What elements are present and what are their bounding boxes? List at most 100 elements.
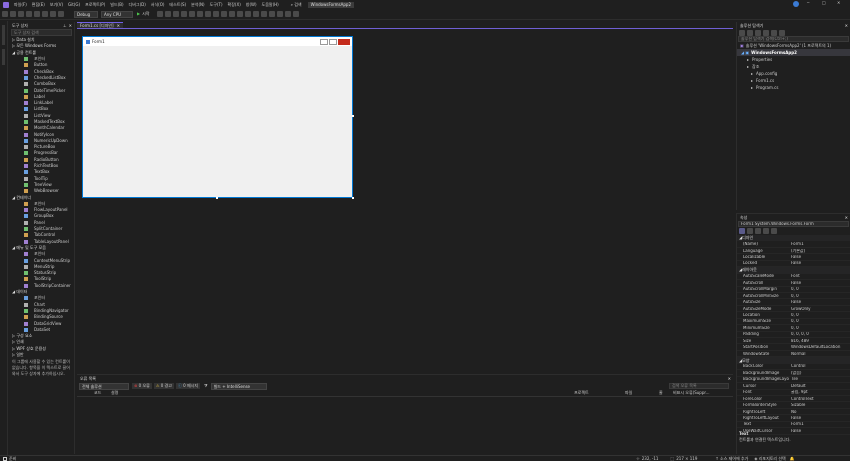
align-left-icon[interactable] (181, 11, 188, 17)
new-file-icon[interactable] (18, 11, 24, 17)
property-value[interactable]: False (789, 300, 850, 304)
property-value[interactable]: ControlText (789, 397, 850, 401)
menu-item[interactable]: 디버그(D) (129, 2, 146, 7)
expander-icon[interactable]: ▸ (751, 78, 753, 83)
pin-icon[interactable]: ⊥ (63, 23, 66, 28)
property-value[interactable]: Default (789, 384, 850, 388)
hot-reload-icon[interactable] (165, 11, 172, 17)
toolbox-search-input[interactable]: 도구 상자 검색 (11, 29, 72, 36)
layout-icon[interactable] (173, 11, 180, 17)
redo-icon[interactable] (58, 11, 64, 17)
error-col-line[interactable]: 줄 (659, 391, 663, 395)
notifications-icon[interactable]: 🔔 (790, 456, 795, 461)
menu-item[interactable]: 파일(F) (14, 2, 27, 7)
error-col-project[interactable]: 프로젝트 (574, 391, 589, 395)
lock-icon[interactable] (293, 11, 300, 17)
menu-item[interactable]: 편집(E) (32, 2, 45, 7)
spacing-icon[interactable] (261, 11, 268, 17)
open-icon[interactable] (26, 11, 32, 17)
align-top-icon[interactable] (205, 11, 212, 17)
property-value[interactable]: 0, 0 (789, 326, 850, 330)
menu-item[interactable]: 도움말(H) (262, 2, 279, 7)
properties-close-icon[interactable]: ✕ (845, 215, 848, 220)
error-col-desc[interactable]: 설명 (111, 391, 118, 395)
bring-front-icon[interactable] (269, 11, 276, 17)
property-value[interactable]: Font (789, 274, 850, 278)
property-value[interactable]: 0, 0, 0, 0 (789, 332, 850, 336)
solution-root[interactable]: ▣ 솔루션 'WindowsFormsApp2' (1 프로젝트의 1) (737, 42, 850, 49)
property-value[interactable]: Tile (789, 377, 850, 381)
refresh-icon[interactable] (755, 29, 761, 36)
save-all-icon[interactable] (42, 11, 48, 17)
error-col-suppress[interactable]: 비표시 오류(Suppr... (673, 391, 709, 395)
menu-item[interactable]: 분석(N) (191, 2, 204, 7)
error-search-input[interactable]: 검색 오류 목록 (669, 383, 729, 389)
menu-item[interactable]: Git(G) (68, 2, 80, 7)
solution-node[interactable]: ▸ Form1.cs (737, 77, 850, 84)
attach-icon[interactable] (157, 11, 164, 17)
toolbox-category[interactable]: ▷ 일반 (9, 352, 74, 358)
property-value[interactable]: 0, 0 (789, 313, 850, 317)
back-icon[interactable] (2, 11, 8, 17)
undo-icon[interactable] (50, 11, 56, 17)
properties-icon[interactable] (755, 228, 761, 234)
property-value[interactable]: No (789, 410, 850, 414)
property-value[interactable]: False (789, 261, 850, 265)
expander-icon[interactable]: ▸ (751, 85, 753, 90)
menu-item[interactable]: 테스트(S) (169, 2, 186, 7)
align-center-icon[interactable] (189, 11, 196, 17)
configuration-select[interactable]: Debug (74, 10, 98, 18)
menu-item[interactable]: 빌드(B) (110, 2, 123, 7)
solution-node[interactable]: ▸ Program.cs (737, 84, 850, 91)
property-value[interactable]: 0, 0 (789, 319, 850, 323)
form-maximize-button[interactable] (329, 38, 337, 45)
home-icon[interactable] (739, 29, 745, 36)
solution-node[interactable]: ▸ App.config (737, 70, 850, 77)
toolbox-tab[interactable] (2, 49, 5, 65)
error-col-code[interactable]: 코드 (94, 391, 101, 395)
resize-handle-right[interactable] (352, 115, 354, 117)
expander-icon[interactable]: ▸ (747, 57, 749, 62)
scope-select[interactable]: 전체 솔루션 (79, 382, 129, 390)
property-value[interactable]: 0, 0 (789, 294, 850, 298)
solution-close-icon[interactable]: ✕ (845, 23, 848, 28)
start-label[interactable]: 시작 (142, 12, 149, 16)
error-col-file[interactable]: 파일 (625, 391, 632, 395)
tab-form1-designer[interactable]: Form1.cs [디자인] ✕ (77, 22, 123, 28)
close-button[interactable]: ✕ (837, 1, 840, 5)
property-value[interactable]: (기본값) (789, 249, 850, 253)
warnings-filter[interactable]: ⚠ 0 경고 (153, 383, 174, 389)
solution-node[interactable]: ▸ Properties (737, 56, 850, 63)
property-value[interactable]: False (789, 255, 850, 259)
collapse-icon[interactable] (763, 29, 769, 36)
messages-filter[interactable]: ⓘ 0 메시지 (175, 383, 201, 389)
toolbox-close-icon[interactable]: ✕ (69, 23, 72, 28)
property-value[interactable]: False (789, 281, 850, 285)
menu-item[interactable]: 프로젝트(P) (85, 2, 105, 7)
property-value[interactable]: 816, 489 (789, 339, 850, 343)
source-control-button[interactable]: ↑ 소스 제어에 추가 (715, 456, 748, 461)
categorized-icon[interactable] (739, 228, 745, 234)
property-pages-icon[interactable] (771, 228, 777, 234)
minimize-button[interactable]: ─ (807, 1, 809, 5)
resize-handle-corner[interactable] (352, 197, 354, 199)
property-value[interactable]: False (789, 416, 850, 420)
forward-icon[interactable] (10, 11, 16, 17)
property-value[interactable]: 0, 0 (789, 287, 850, 291)
solution-node[interactable]: ▸ 참조 (737, 63, 850, 70)
search-button[interactable]: ⌕ 검색 (291, 2, 302, 7)
tab-order-icon[interactable] (285, 11, 292, 17)
same-width-icon[interactable] (229, 11, 236, 17)
error-list-close-icon[interactable]: ✕ (728, 376, 731, 381)
form-minimize-button[interactable] (320, 38, 328, 45)
property-value[interactable]: GrowOnly (789, 307, 850, 311)
menu-item[interactable]: 도구(T) (210, 2, 223, 7)
property-value[interactable]: WindowsDefaultLocation (789, 345, 850, 349)
form-preview[interactable]: Form1 (82, 36, 353, 198)
same-size-icon[interactable] (245, 11, 252, 17)
sync-icon[interactable] (747, 29, 753, 36)
menu-item[interactable]: 서식(O) (151, 2, 165, 7)
alphabetical-icon[interactable] (747, 228, 753, 234)
start-icon[interactable]: ▶ (137, 12, 140, 16)
clear-filter-icon[interactable]: ⧩ (204, 384, 208, 388)
